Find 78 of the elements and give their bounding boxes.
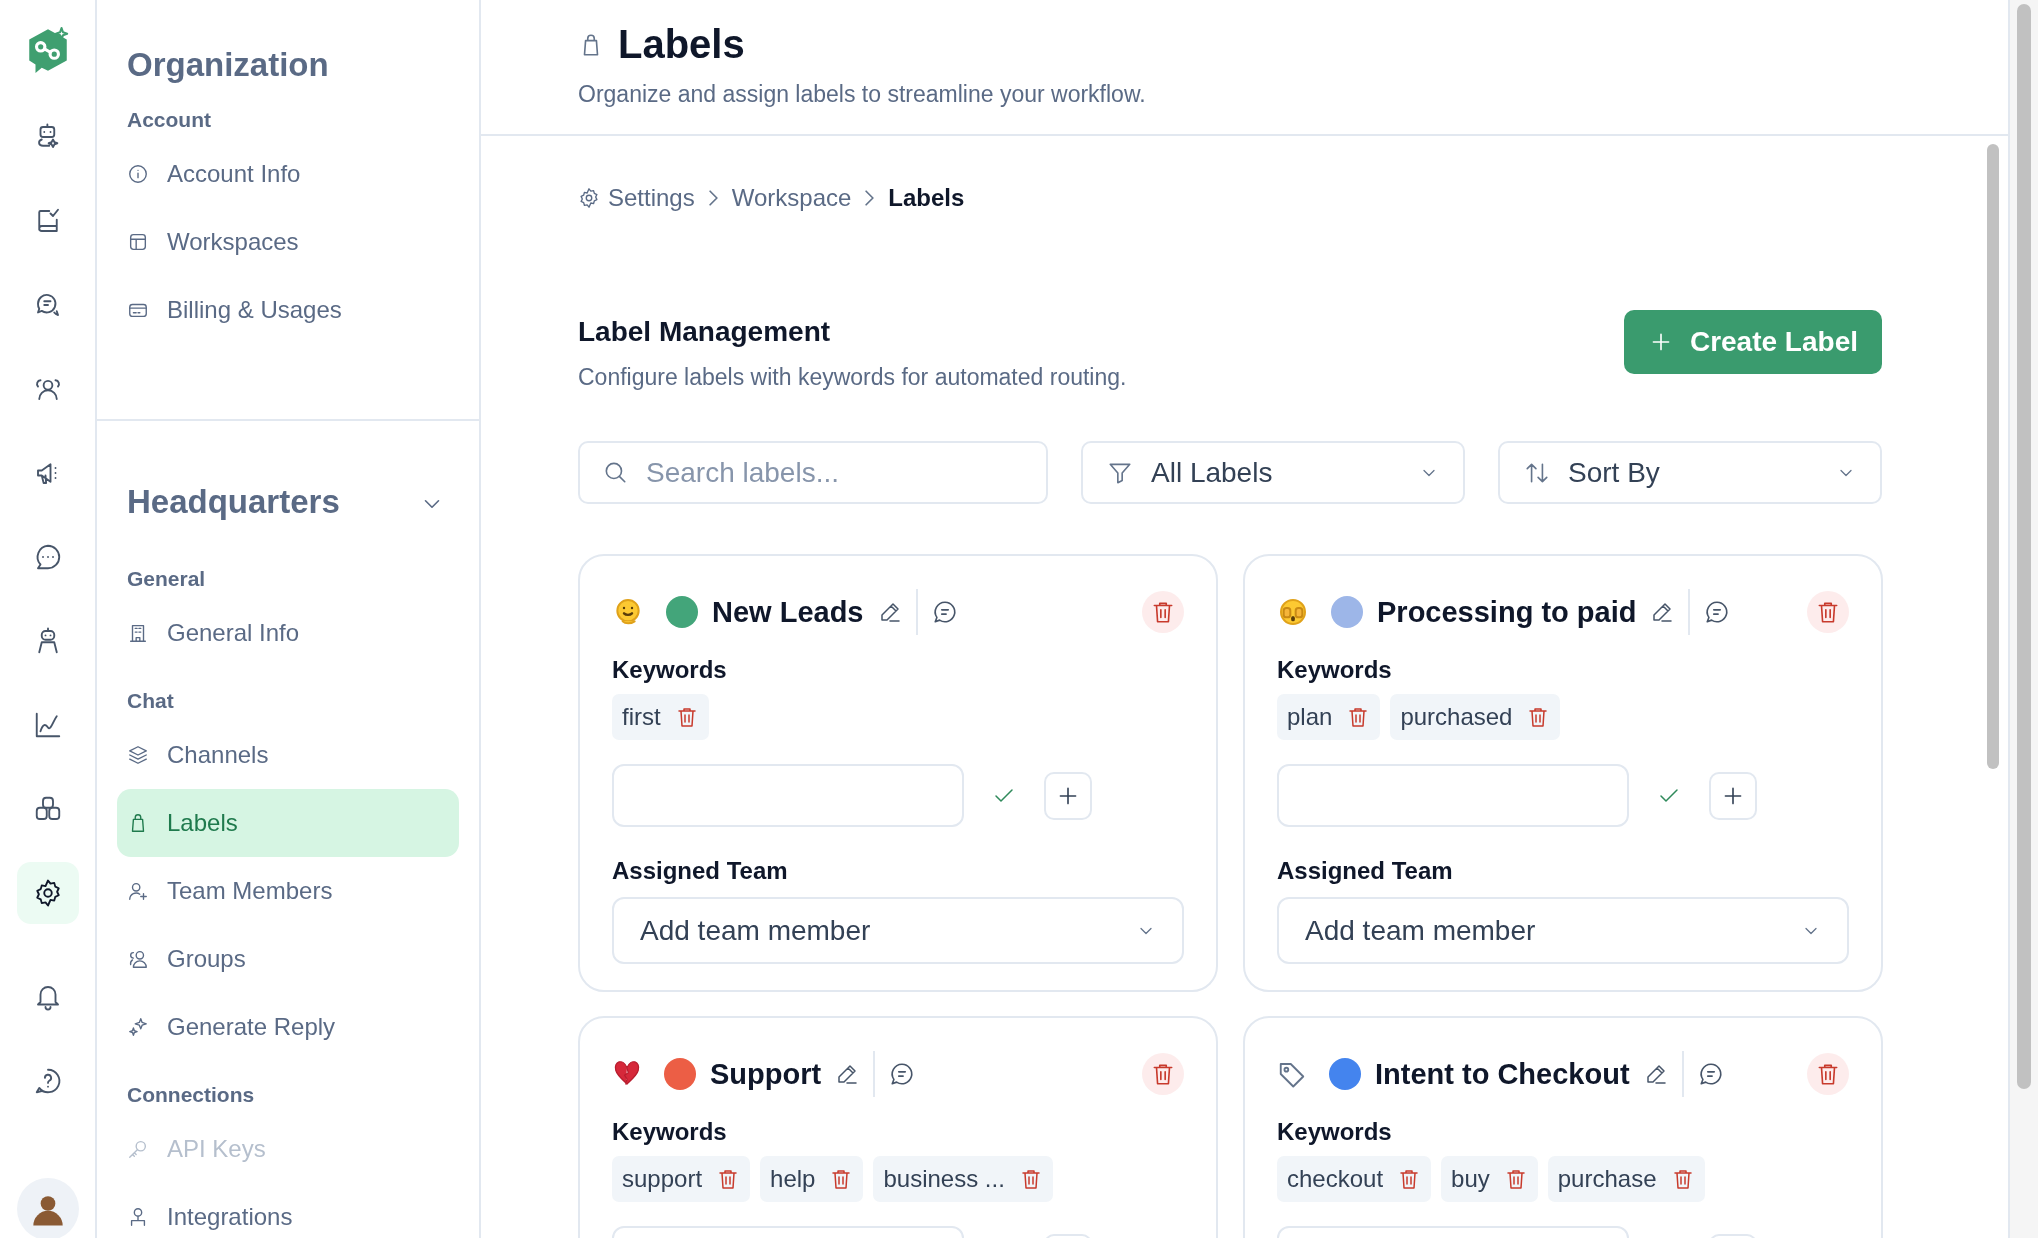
create-label-button[interactable]: Create Label [1623,310,1882,374]
label-name: New Leads [712,595,864,629]
search-field[interactable]: Search labels... [578,441,1048,504]
edit-button[interactable] [1650,600,1675,624]
delete-button[interactable] [1807,591,1849,633]
dropdown-placeholder: Add team member [1305,914,1536,947]
sidebar-item[interactable]: Channels [117,721,459,789]
delete-button[interactable] [1807,1053,1849,1095]
keyword-input[interactable] [612,764,964,827]
edit-button[interactable] [835,1062,860,1086]
comment-icon [931,599,958,625]
chevron-right-icon [865,190,875,206]
page-subtitle: Organize and assign labels to streamline your workflow. [578,81,1147,108]
sort-dropdown[interactable]: Sort By [1498,441,1882,504]
assigned-team-heading: Assigned Team [612,857,789,885]
scrollbar[interactable] [2017,4,2031,1089]
comment-button[interactable] [889,1061,916,1087]
pencil-icon [835,1062,860,1086]
section-title: Label Management [578,316,832,348]
sidebar-item[interactable]: Labels [117,789,459,857]
layers-icon [127,744,149,766]
keywords-heading: Keywords [612,1118,728,1146]
comment-icon [1704,599,1731,625]
sidebar-item[interactable]: Account Info [117,140,459,208]
add-button[interactable] [1709,771,1757,820]
keywords-heading: Keywords [1277,656,1393,684]
add-button[interactable] [1044,771,1092,820]
assigned-team-heading: Assigned Team [1277,857,1454,885]
delete-button[interactable] [1142,1053,1184,1095]
team-dropdown[interactable]: Add team member [612,897,1184,964]
keywords-heading: Keywords [612,656,728,684]
chevron-right-icon [708,190,718,206]
sparkle-icon [127,1016,149,1038]
group-icon [127,948,149,970]
key-icon [127,1138,149,1160]
info-icon [127,163,149,185]
settings-icon [578,187,600,209]
comment-button[interactable] [1704,599,1731,625]
pencil-icon [1650,600,1675,624]
section-heading: Connections [127,1083,256,1107]
keywords-heading: Keywords [1277,1118,1393,1146]
section-heading: Chat [127,689,175,713]
keyword-input[interactable] [1277,764,1629,827]
workspace-title: Headquarters [127,483,340,521]
filter-dropdown[interactable]: All Labels [1081,441,1465,504]
label-name: Intent to Checkout [1375,1057,1630,1091]
sidebar-item[interactable]: Integrations [117,1183,459,1238]
sidebar-item[interactable]: Generate Reply [117,993,459,1061]
building-icon [127,622,149,644]
sidebar-item[interactable]: Workspaces [117,208,459,276]
dropdown-placeholder: Add team member [640,914,871,947]
label-name: Support [710,1057,822,1091]
page-title: Labels [618,22,745,67]
sidebar-item[interactable]: Groups [117,925,459,993]
section-subtitle: Configure labels with keywords for automated routing. [578,364,1127,391]
sidebar-item[interactable]: Billing & Usages [117,276,459,344]
breadcrumb-link[interactable]: Labels [888,184,965,212]
breadcrumb-link[interactable]: Workspace [731,184,852,212]
sidebar-item[interactable]: General Info [117,599,459,667]
sidebar-item[interactable]: Team Members [117,857,459,925]
comment-icon [889,1061,916,1087]
label-name: Processing to paid [1377,595,1637,629]
sidebar-title: Organization [127,46,330,84]
comment-button[interactable] [1697,1061,1724,1087]
dropdown-value: Sort By [1568,456,1660,489]
scrollbar[interactable] [1987,144,1999,769]
settings-button[interactable] [16,862,79,924]
team-dropdown[interactable]: Add team member [1277,897,1849,964]
workspace-icon [127,231,149,253]
section-heading: Account [127,108,212,132]
comment-button[interactable] [931,599,958,625]
breadcrumb-link[interactable]: Settings [578,184,695,212]
user-add-icon [127,880,149,902]
dropdown-value: All Labels [1151,456,1273,489]
section-heading: General [127,567,207,591]
delete-button[interactable] [1142,591,1184,633]
comment-icon [1697,1061,1724,1087]
face-icon [1277,596,1309,628]
